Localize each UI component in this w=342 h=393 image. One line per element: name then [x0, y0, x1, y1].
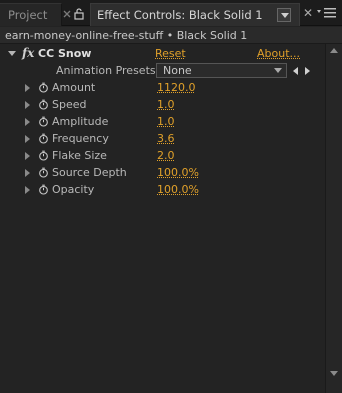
twirl-closed-icon[interactable]	[25, 152, 30, 160]
property-value[interactable]: 1120.0	[157, 79, 196, 96]
stopwatch-icon[interactable]	[38, 116, 49, 127]
stopwatch-icon[interactable]	[38, 133, 49, 144]
effect-header-row: fx CC Snow Reset About...	[0, 45, 325, 62]
property-row: Speed 1.0	[0, 96, 325, 113]
twirl-closed-icon[interactable]	[25, 135, 30, 143]
property-label: Source Depth	[52, 166, 127, 179]
stopwatch-icon[interactable]	[38, 150, 49, 161]
property-label: Amplitude	[52, 115, 109, 128]
property-value[interactable]: 100.0%	[157, 164, 199, 181]
property-label: Opacity	[52, 183, 95, 196]
panel-menu-icon[interactable]	[316, 7, 338, 19]
property-row: Amplitude 1.0	[0, 113, 325, 130]
property-value[interactable]: 1.0	[157, 96, 175, 113]
animation-presets-value: None	[163, 64, 192, 77]
close-panel-icon[interactable]	[63, 10, 71, 18]
twirl-closed-icon[interactable]	[25, 169, 30, 177]
animation-presets-select[interactable]: None	[156, 63, 287, 78]
panel-tab-bar: Project Effect Controls: Black Solid 1 ✕	[0, 0, 342, 26]
property-label: Flake Size	[52, 149, 107, 162]
effect-controls-content: fx CC Snow Reset About... Animation Pres…	[0, 44, 325, 393]
reset-link[interactable]: Reset	[155, 45, 186, 62]
about-link[interactable]: About...	[257, 45, 300, 62]
previous-preset-icon[interactable]	[293, 67, 298, 75]
fx-toggle-icon[interactable]: fx	[22, 45, 34, 62]
tab-effect-controls-label: Effect Controls: Black Solid 1	[97, 8, 263, 22]
twirl-closed-icon[interactable]	[25, 118, 30, 126]
twirl-closed-icon[interactable]	[25, 84, 30, 92]
stopwatch-icon[interactable]	[38, 184, 49, 195]
tab-dropdown-button[interactable]	[277, 8, 291, 22]
animation-presets-label: Animation Presets:	[56, 64, 160, 77]
stopwatch-icon[interactable]	[38, 82, 49, 93]
tab-project[interactable]: Project	[0, 3, 62, 26]
property-value[interactable]: 1.0	[157, 113, 175, 130]
property-label: Speed	[52, 98, 87, 111]
lock-icon[interactable]	[73, 8, 85, 20]
stopwatch-icon[interactable]	[38, 167, 49, 178]
property-value[interactable]: 3.6	[157, 130, 175, 147]
vertical-scrollbar[interactable]	[325, 44, 342, 393]
scroll-up-icon[interactable]	[330, 48, 338, 53]
scroll-down-icon[interactable]	[330, 371, 338, 376]
next-preset-icon[interactable]	[305, 67, 310, 75]
property-label: Amount	[52, 81, 96, 94]
property-row: Opacity 100.0%	[0, 181, 325, 198]
property-row: Source Depth 100.0%	[0, 164, 325, 181]
property-row: Amount 1120.0	[0, 79, 325, 96]
property-value[interactable]: 100.0%	[157, 181, 199, 198]
property-row: Frequency 3.6	[0, 130, 325, 147]
property-row: Flake Size 2.0	[0, 147, 325, 164]
animation-presets-row: Animation Presets: None	[0, 62, 325, 79]
twirl-closed-icon[interactable]	[25, 186, 30, 194]
property-label: Frequency	[52, 132, 109, 145]
stopwatch-icon[interactable]	[38, 99, 49, 110]
effect-name[interactable]: CC Snow	[38, 45, 91, 62]
property-value[interactable]: 2.0	[157, 147, 175, 164]
twirl-closed-icon[interactable]	[25, 101, 30, 109]
close-tab-icon[interactable]: ✕	[303, 6, 313, 20]
breadcrumb: earn-money-online-free-stuff • Black Sol…	[0, 27, 342, 44]
tab-effect-controls[interactable]: Effect Controls: Black Solid 1	[90, 3, 300, 26]
twirl-open-icon[interactable]	[8, 51, 16, 56]
